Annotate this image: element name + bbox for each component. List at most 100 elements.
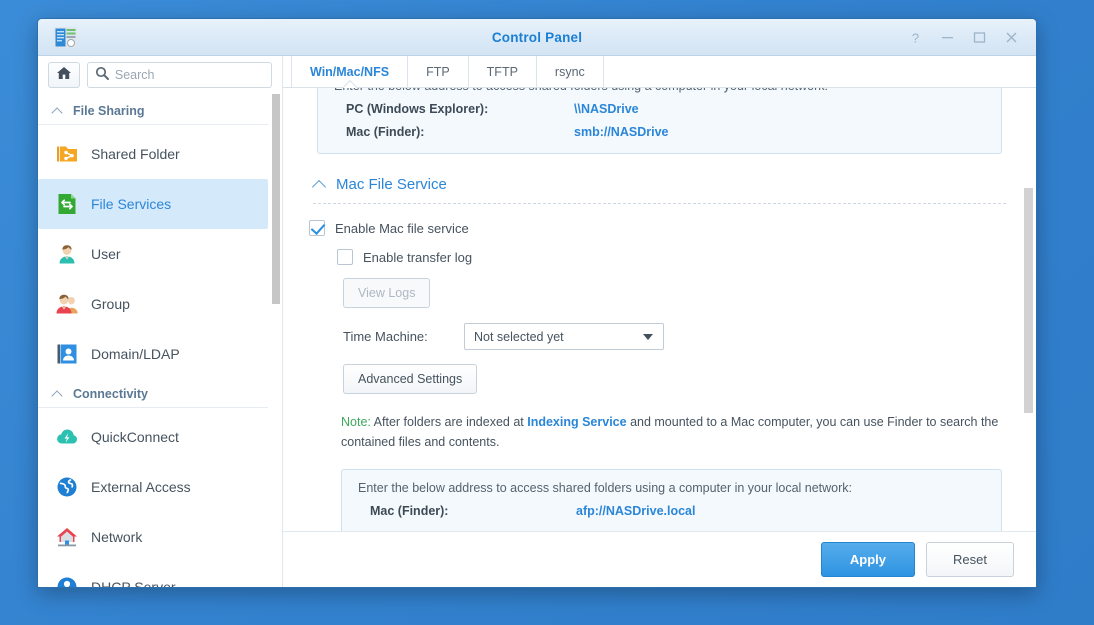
search-input[interactable] bbox=[114, 68, 264, 82]
sidebar-item-external-access[interactable]: External Access bbox=[38, 462, 268, 512]
sidebar: File Sharing Shared Folder bbox=[38, 56, 283, 587]
sidebar-item-label: QuickConnect bbox=[91, 429, 179, 445]
window-body: File Sharing Shared Folder bbox=[38, 56, 1036, 587]
mac-file-service-header[interactable]: Mac File Service bbox=[313, 176, 1010, 193]
section-title: Mac File Service bbox=[336, 176, 447, 193]
smb-pc-label: PC (Windows Explorer): bbox=[346, 102, 489, 116]
smb-pc-value[interactable]: \\NASDrive bbox=[574, 102, 639, 116]
sidebar-item-shared-folder[interactable]: Shared Folder bbox=[38, 129, 268, 179]
time-machine-select[interactable]: Not selected yet bbox=[464, 323, 664, 350]
tab-bar: Win/Mac/NFS FTP TFTP rsync bbox=[283, 56, 1036, 88]
enable-transfer-log-checkbox[interactable] bbox=[337, 249, 353, 265]
view-logs-button[interactable]: View Logs bbox=[343, 278, 431, 308]
sidebar-item-group[interactable]: Group bbox=[38, 279, 268, 329]
indexing-service-link[interactable]: Indexing Service bbox=[527, 415, 626, 429]
chevron-up-icon bbox=[52, 107, 64, 115]
footer-actions: Apply Reset bbox=[283, 531, 1036, 587]
advanced-settings-row: Advanced Settings bbox=[309, 364, 1010, 394]
file-services-icon bbox=[54, 191, 80, 217]
afp-address-lead: Enter the below address to access shared… bbox=[358, 480, 853, 495]
search-icon bbox=[95, 66, 109, 85]
window-titlebar: Control Panel ? bbox=[38, 19, 1036, 56]
note-text-before: After folders are indexed at bbox=[370, 415, 528, 429]
tab-rsync[interactable]: rsync bbox=[537, 56, 604, 87]
minimize-button[interactable] bbox=[932, 23, 962, 53]
settings-content: Enter the below address to access shared… bbox=[283, 88, 1036, 531]
smb-address-box: Enter the below address to access shared… bbox=[317, 88, 1002, 154]
user-icon bbox=[54, 241, 80, 267]
sidebar-group-label: File Sharing bbox=[73, 104, 145, 118]
enable-mac-file-service-label[interactable]: Enable Mac file service bbox=[335, 221, 469, 236]
sidebar-item-network[interactable]: Network bbox=[38, 512, 268, 562]
reset-button[interactable]: Reset bbox=[926, 542, 1014, 577]
enable-mac-file-service-checkbox[interactable] bbox=[309, 220, 325, 236]
enable-mac-file-service-row[interactable]: Enable Mac file service bbox=[309, 220, 1010, 236]
sidebar-scrollbar-thumb[interactable] bbox=[272, 94, 280, 304]
sidebar-item-label: External Access bbox=[91, 479, 191, 495]
time-machine-label: Time Machine: bbox=[343, 329, 428, 344]
sidebar-item-label: File Services bbox=[91, 196, 172, 212]
sidebar-item-quickconnect[interactable]: QuickConnect bbox=[38, 412, 268, 462]
quickconnect-icon bbox=[54, 424, 80, 450]
sidebar-group-label: Connectivity bbox=[73, 387, 149, 401]
apply-button[interactable]: Apply bbox=[820, 542, 916, 577]
chevron-down-icon bbox=[643, 333, 653, 340]
afp-address-row: Mac (Finder): afp://NASDrive.local bbox=[358, 504, 985, 518]
sidebar-group-file-sharing[interactable]: File Sharing bbox=[38, 96, 268, 125]
dhcp-server-icon: DHCP bbox=[54, 574, 80, 587]
network-icon bbox=[54, 524, 80, 550]
sidebar-scrollbar[interactable] bbox=[272, 94, 280, 587]
afp-address-box: Enter the below address to access shared… bbox=[341, 468, 1002, 531]
content-scrollbar[interactable] bbox=[1024, 88, 1033, 531]
time-machine-selected-value: Not selected yet bbox=[474, 329, 564, 344]
help-button[interactable]: ? bbox=[900, 23, 930, 53]
sidebar-item-label: Domain/LDAP bbox=[91, 346, 180, 362]
domain-ldap-icon bbox=[54, 341, 80, 367]
sidebar-group-connectivity[interactable]: Connectivity bbox=[38, 379, 268, 408]
indexing-note: Note: After folders are indexed at Index… bbox=[341, 412, 1006, 453]
home-button[interactable] bbox=[48, 62, 80, 88]
sidebar-item-user[interactable]: User bbox=[38, 229, 268, 279]
content-scrollbar-thumb[interactable] bbox=[1024, 188, 1033, 413]
search-box[interactable] bbox=[86, 62, 272, 88]
smb-address-lead: Enter the below address to access shared… bbox=[334, 88, 985, 93]
maximize-button[interactable] bbox=[964, 23, 994, 53]
svg-text:?: ? bbox=[911, 31, 918, 45]
sidebar-item-domain-ldap[interactable]: Domain/LDAP bbox=[38, 329, 268, 379]
afp-mac-label: Mac (Finder): bbox=[370, 503, 449, 518]
external-access-icon bbox=[54, 474, 80, 500]
main-panel: Win/Mac/NFS FTP TFTP rsync Enter the bel… bbox=[283, 56, 1036, 587]
enable-transfer-log-label[interactable]: Enable transfer log bbox=[363, 250, 472, 265]
tab-win-mac-nfs[interactable]: Win/Mac/NFS bbox=[291, 56, 409, 87]
shared-folder-icon bbox=[54, 141, 80, 167]
sidebar-item-label: Group bbox=[91, 296, 130, 312]
section-divider bbox=[313, 203, 1006, 204]
sidebar-toolbar bbox=[38, 56, 282, 94]
sidebar-item-label: Network bbox=[91, 529, 143, 545]
afp-mac-value[interactable]: afp://NASDrive.local bbox=[576, 504, 695, 518]
sidebar-item-file-services[interactable]: File Services bbox=[38, 179, 268, 229]
advanced-settings-button[interactable]: Advanced Settings bbox=[343, 364, 478, 394]
sidebar-item-dhcp-server[interactable]: DHCP DHCP Server bbox=[38, 562, 268, 587]
sidebar-item-label: User bbox=[91, 246, 121, 262]
tab-tftp[interactable]: TFTP bbox=[469, 56, 537, 87]
enable-transfer-log-row[interactable]: Enable transfer log bbox=[337, 249, 1010, 265]
smb-address-row: PC (Windows Explorer): \\NASDrive bbox=[334, 102, 985, 116]
time-machine-row: Time Machine: Not selected yet bbox=[309, 323, 1010, 350]
smb-mac-label: Mac (Finder): bbox=[346, 125, 425, 139]
sidebar-item-label: Shared Folder bbox=[91, 146, 180, 162]
sidebar-item-label: DHCP Server bbox=[91, 579, 176, 587]
group-icon bbox=[54, 291, 80, 317]
window-title: Control Panel bbox=[491, 29, 583, 45]
tab-ftp[interactable]: FTP bbox=[408, 56, 469, 87]
chevron-up-icon bbox=[52, 390, 64, 398]
home-icon bbox=[56, 65, 72, 86]
view-logs-row: View Logs bbox=[309, 278, 1010, 308]
smb-address-row: Mac (Finder): smb://NASDrive bbox=[334, 125, 985, 139]
sidebar-scroll-area: File Sharing Shared Folder File Services… bbox=[38, 94, 282, 587]
control-panel-window: Control Panel ? Search File Sharing Shar… bbox=[37, 18, 1037, 588]
note-tag: Note: bbox=[341, 415, 371, 429]
close-button[interactable] bbox=[996, 23, 1026, 53]
smb-mac-value[interactable]: smb://NASDrive bbox=[574, 125, 668, 139]
content-scroll-area: Enter the below address to access shared… bbox=[283, 88, 1036, 531]
